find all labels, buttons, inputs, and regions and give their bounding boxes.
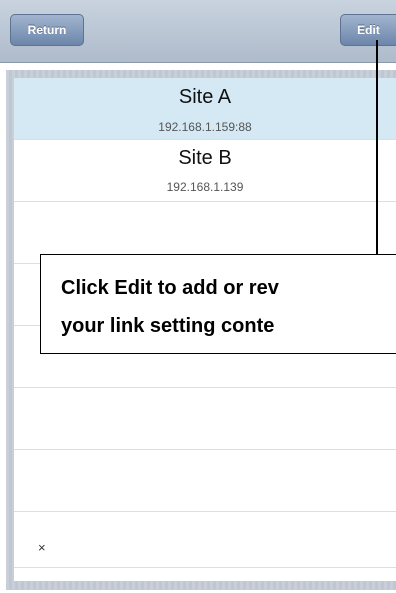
site-name: Site A — [178, 86, 232, 108]
site-row-a[interactable]: Site A 192.168.1.159:88 — [14, 78, 396, 140]
site-row-b[interactable]: Site B 192.168.1.139 — [14, 140, 396, 202]
list-row-last[interactable]: × — [14, 512, 396, 568]
site-address: 192.168.1.139 — [166, 180, 244, 194]
callout-pointer-edit — [376, 40, 378, 256]
return-button[interactable]: Return — [10, 14, 84, 46]
callout-text-line1: Click Edit to add or rev — [61, 277, 279, 299]
site-name: Site B — [178, 147, 232, 169]
callout-annotation: Click Edit to add or rev your link setti… — [40, 254, 396, 354]
close-icon[interactable]: × — [38, 540, 46, 555]
edit-button[interactable]: Edit — [340, 14, 396, 46]
site-address: 192.168.1.159:88 — [158, 120, 252, 134]
nav-toolbar: Return Edit — [0, 0, 396, 63]
list-row-empty[interactable] — [14, 388, 396, 450]
list-row-empty[interactable] — [14, 450, 396, 512]
callout-text-line2: your link setting conte — [61, 315, 275, 337]
